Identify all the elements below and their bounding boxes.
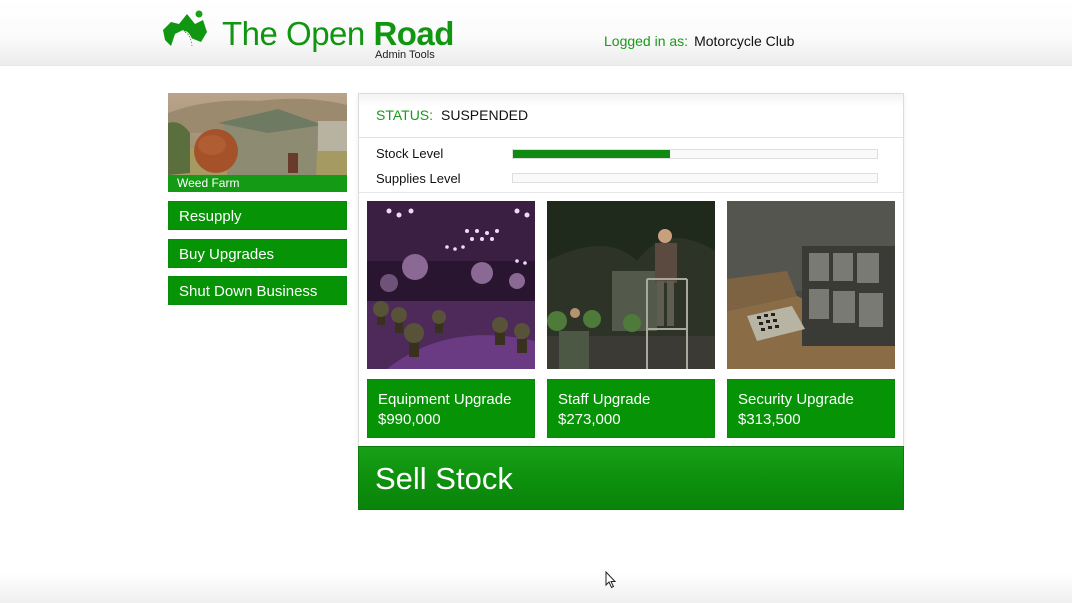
upgrade-name: Staff Upgrade: [558, 391, 651, 408]
brand-title: The Open Road: [222, 14, 454, 54]
resupply-button[interactable]: Resupply: [168, 201, 347, 230]
equipment-upgrade-button[interactable]: Equipment Upgrade $990,000: [367, 379, 535, 438]
business-card: Weed Farm: [168, 93, 347, 192]
stock-level-label: Stock Level: [376, 146, 444, 161]
brand-title-bold: Road: [373, 15, 454, 52]
upgrade-name: Equipment Upgrade: [378, 391, 512, 408]
grow-room-purple-lights-photo: [367, 201, 535, 369]
sell-stock-button[interactable]: Sell Stock: [358, 446, 904, 510]
logged-in-label: Logged in as:: [604, 33, 689, 49]
upgrade-price: $990,000: [378, 411, 441, 428]
staff-upgrade-button[interactable]: Staff Upgrade $273,000: [547, 379, 715, 438]
mountain-road-logo-icon: [163, 10, 207, 47]
supplies-level-bar: [512, 173, 878, 183]
stock-level-fill: [513, 150, 670, 158]
supplies-level-label: Supplies Level: [376, 171, 461, 186]
shut-down-business-button[interactable]: Shut Down Business: [168, 276, 347, 305]
security-upgrade-button[interactable]: Security Upgrade $313,500: [727, 379, 895, 438]
brand-title-light: The Open: [222, 15, 374, 52]
upgrade-price: $273,000: [558, 411, 621, 428]
footer-shade: [0, 573, 1072, 603]
status-label: STATUS:: [376, 107, 434, 123]
buy-upgrades-button[interactable]: Buy Upgrades: [168, 239, 347, 268]
divider: [359, 192, 903, 193]
stock-level-bar: [512, 149, 878, 159]
mouse-cursor-icon: [605, 571, 617, 589]
upgrade-name: Security Upgrade: [738, 391, 854, 408]
business-panel: STATUS: SUSPENDED Stock Level Supplies L…: [358, 93, 904, 447]
brand-subtitle: Admin Tools: [375, 49, 435, 61]
security-monitors-photo: [727, 201, 895, 369]
staff-on-ladder-photo: [547, 201, 715, 369]
status-row: STATUS: SUSPENDED: [359, 94, 903, 138]
status-value: SUSPENDED: [441, 107, 529, 123]
logged-in-user: Motorcycle Club: [694, 33, 795, 49]
login-info: Logged in as: Motorcycle Club: [604, 33, 794, 49]
business-name: Weed Farm: [168, 175, 347, 192]
header: The Open Road Admin Tools Logged in as: M…: [0, 0, 1072, 66]
upgrade-price: $313,500: [738, 411, 801, 428]
